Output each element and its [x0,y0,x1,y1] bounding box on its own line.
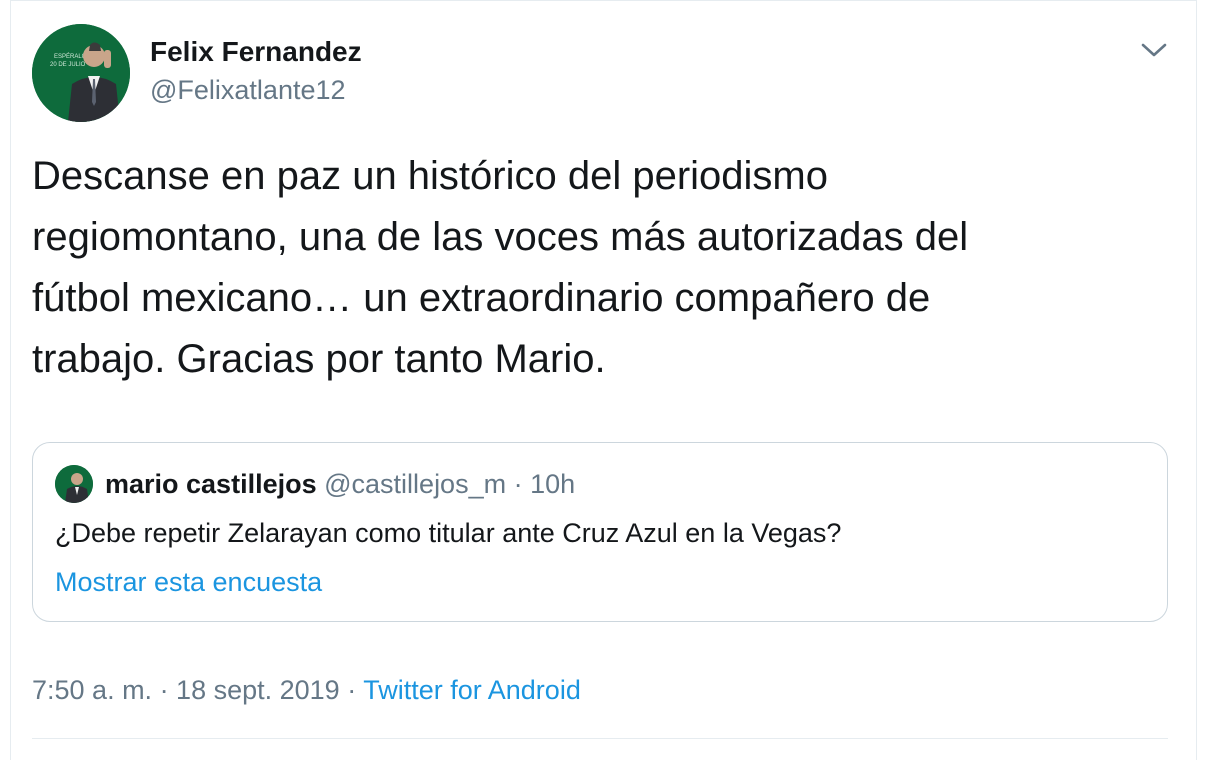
quoted-separator: · [513,469,523,499]
quoted-author-name: mario castillejos [105,469,317,499]
tweet-meta: 7:50 a. m. · 18 sept. 2019 · Twitter for… [32,675,581,706]
quoted-text: ¿Debe repetir Zelarayan como titular ant… [55,518,842,548]
chevron-down-icon[interactable] [1138,36,1170,64]
avatar-image: ESPÉRALO 20 DE JULIO [32,24,130,122]
quoted-header: mario castillejos @castillejos_m · 10h [105,469,575,500]
divider [32,738,1168,739]
tweet-source-link[interactable]: Twitter for Android [363,675,581,705]
tweet-text: Descanse en paz un histórico del periodi… [32,154,969,381]
quoted-author-avatar [55,465,93,503]
avatar-lettering: 20 DE JULIO [50,62,86,68]
avatar-lettering: ESPÉRALO [54,53,87,60]
author-handle[interactable]: @Felixatlante12 [150,75,346,106]
author-name[interactable]: Felix Fernandez [150,36,362,68]
show-poll-link[interactable]: Mostrar esta encuesta [55,567,322,598]
quoted-tweet[interactable]: mario castillejos @castillejos_m · 10h ¿… [32,442,1168,622]
tweet-timestamp[interactable]: 7:50 a. m. · 18 sept. 2019 [32,675,340,705]
meta-separator: · [347,675,357,705]
author-avatar[interactable]: ESPÉRALO 20 DE JULIO [32,24,130,122]
quoted-time: 10h [530,469,576,499]
quoted-author-handle: @castillejos_m [324,469,507,499]
